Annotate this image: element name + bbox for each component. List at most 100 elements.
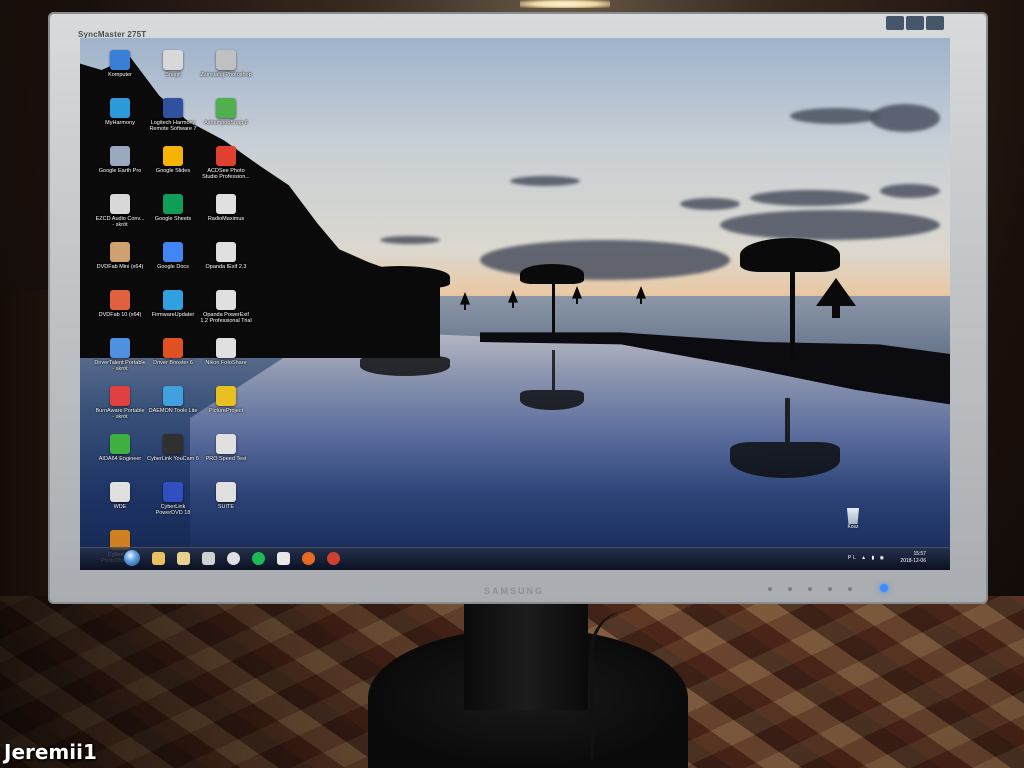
app-icon (163, 482, 183, 502)
app-icon (110, 146, 130, 166)
desktop-icon[interactable]: Google Earth Pro (94, 146, 146, 174)
desktop-icon[interactable]: Opanda IExif 2.3 (200, 242, 252, 270)
app-icon (163, 338, 183, 358)
explorer-icon[interactable] (152, 552, 165, 565)
cable (590, 610, 654, 760)
app-icon (216, 290, 236, 310)
desktop-icon[interactable]: PictureProject (200, 386, 252, 414)
start-button[interactable] (124, 550, 140, 566)
desktop-icon[interactable]: Snagit (147, 50, 199, 78)
desktop-icon[interactable]: AIDA64 Engineer (94, 434, 146, 462)
app-icon (110, 50, 130, 70)
app-icon (163, 290, 183, 310)
app-icon (163, 98, 183, 118)
desktop-icon[interactable]: Zainstaluj Photoshop (200, 50, 252, 78)
desktop-icon[interactable]: ACDSee Photo Studio Profession... (200, 146, 252, 180)
app-icon (163, 434, 183, 454)
power-led-icon[interactable] (880, 584, 888, 592)
app-icon (163, 194, 183, 214)
desktop-icon-label: ACDSee Photo Studio Profession... (202, 168, 250, 180)
desktop-icon-label: MyHarmony (105, 120, 135, 126)
desktop-icon-label: Opanda PowerExif 1.2 Professional Trial (200, 312, 252, 324)
clock-time: 15:57 (913, 551, 926, 557)
chrome2-icon[interactable] (327, 552, 340, 565)
spotify-icon[interactable] (252, 552, 265, 565)
desktop-icon[interactable]: CyberLink PowerDVD 18 (147, 482, 199, 516)
desktop-icon-label: Logitech Harmony Remote Software 7 (149, 120, 197, 132)
app-icon (110, 386, 130, 406)
desktop-icon[interactable]: DVDFab Mini (x64) (94, 242, 146, 270)
desktop-icon[interactable]: DAEMON Tools Lite (147, 386, 199, 414)
desktop-icon[interactable]: Google Docs (147, 242, 199, 270)
palm-tree (520, 264, 584, 334)
desktop-icon[interactable]: Opanda PowerExif 1.2 Professional Trial (200, 290, 252, 324)
desktop-icon-label: Google Sheets (154, 216, 192, 222)
desktop-icon[interactable]: AshampooSnap 8 (200, 98, 252, 126)
desktop-icon-label: DAEMON Tools Lite (148, 408, 198, 414)
desktop-icon[interactable]: Logitech Harmony Remote Software 7 (147, 98, 199, 132)
monitor-top-controls (886, 16, 944, 30)
desktop-icon[interactable]: WDE (94, 482, 146, 510)
desktop-icon[interactable]: Google Sheets (147, 194, 199, 222)
media-icon[interactable] (202, 552, 215, 565)
recycle-bin-label: Kosz (847, 524, 859, 530)
desktop-icon-label: Google Docs (157, 264, 189, 270)
desktop-icon-label: Driver Booster 6 (153, 360, 193, 366)
app-icon (216, 146, 236, 166)
monitor-stand-neck (464, 600, 588, 710)
desktop-screen[interactable]: Komputer Snagit Zainstaluj Photoshop MyHarm… (80, 38, 950, 570)
desktop-icon[interactable]: DVDFab 10 (x64) (94, 290, 146, 318)
app-icon (110, 290, 130, 310)
clock-date: 2018-12-06 (900, 558, 926, 564)
folder-icon[interactable] (177, 552, 190, 565)
app-icon (216, 434, 236, 454)
app-icon (110, 482, 130, 502)
monitor-bezel-buttons[interactable] (768, 587, 852, 591)
ceiling-lamp (520, 0, 610, 8)
system-clock[interactable]: 15:57 2018-12-06 (900, 551, 926, 565)
app-icon (216, 338, 236, 358)
desktop-icon[interactable]: Google Slides (147, 146, 199, 174)
desktop-icon[interactable]: CyberLink YouCam 6 (147, 434, 199, 462)
desktop-icon-label: Komputer (108, 72, 132, 78)
desktop-icon-label: WDE (113, 504, 127, 510)
desktop-icon-label: AIDA64 Engineer (98, 456, 142, 462)
app-icon (216, 386, 236, 406)
desktop-icon[interactable]: DriverTalent Portable - skrót (94, 338, 146, 372)
desktop-icon[interactable]: MyHarmony (94, 98, 146, 126)
trash-icon (847, 508, 859, 524)
desktop-icon-label: CyberLink PowerDVD 18 (155, 504, 191, 516)
desktop-icon[interactable]: Nikon FotoShare (200, 338, 252, 366)
desktop-icon-label: BurnAware Portable - skrót (95, 408, 145, 420)
app-icon (163, 146, 183, 166)
firefox-icon[interactable] (302, 552, 315, 565)
recycle-bin[interactable]: Kosz (838, 508, 868, 530)
app-icon (163, 242, 183, 262)
language-indicator[interactable]: PL (848, 555, 858, 561)
desktop-icon-label: AshampooSnap 8 (204, 120, 248, 126)
app-icon (110, 434, 130, 454)
app-icon (110, 98, 130, 118)
desktop-icon[interactable]: PRO Speed Test (200, 434, 252, 462)
desktop-icon[interactable]: Driver Booster 6 (147, 338, 199, 366)
desktop-icon[interactable]: EZCD Audio Conv... - skrót (94, 194, 146, 228)
app-icon (110, 338, 130, 358)
desktop-icon-label: EZCD Audio Conv... - skrót (95, 216, 145, 228)
desktop-icon[interactable]: RadioMaximus (200, 194, 252, 222)
palm-tree (350, 266, 450, 326)
desktop-icon[interactable]: FirmwareUpdater (147, 290, 199, 318)
desktop-icon-label: Snagit (165, 72, 181, 78)
app-icon[interactable] (277, 552, 290, 565)
desktop-icon-label: Opanda IExif 2.3 (205, 264, 247, 270)
tray-icons[interactable]: PL ▲ ▮ ◉ (848, 555, 886, 561)
desktop-icon[interactable]: SUITE (200, 482, 252, 510)
chrome-icon[interactable] (227, 552, 240, 565)
desktop-icon-label: Google Slides (155, 168, 191, 174)
desktop-icon-label: FirmwareUpdater (151, 312, 195, 318)
desktop-icon[interactable]: BurnAware Portable - skrót (94, 386, 146, 420)
desktop-icon[interactable]: Komputer (94, 50, 146, 78)
watermark: Jeremii1 (4, 740, 97, 764)
app-icon (216, 98, 236, 118)
app-icon (110, 242, 130, 262)
palm-reflection (360, 336, 450, 376)
